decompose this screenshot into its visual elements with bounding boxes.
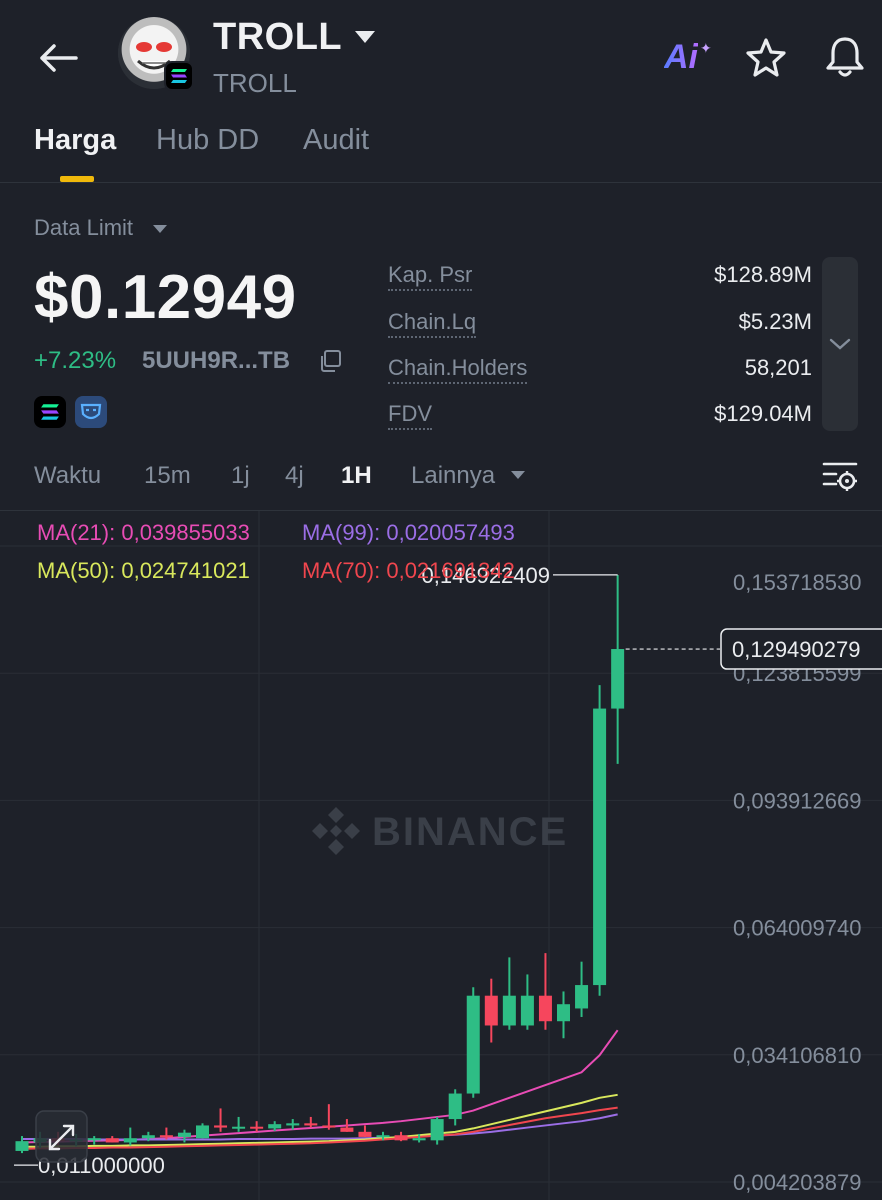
candle-body (105, 1138, 119, 1143)
candle-body (322, 1125, 336, 1128)
token-avatar (118, 17, 194, 91)
stat-value-liquidity: $5.23M (738, 309, 812, 334)
candle-body (502, 995, 516, 1026)
candle-body (484, 995, 498, 1026)
tab-hub-dd[interactable]: Hub DD (156, 124, 259, 157)
ma-legend-item: MA(99): 0,020057493 (302, 520, 515, 545)
interval-1h[interactable]: 1H (341, 462, 372, 490)
current-price: $0.12949 (34, 263, 297, 332)
candle-body (214, 1125, 228, 1128)
y-tick-label: 0,153718530 (733, 570, 861, 595)
candle-body (340, 1127, 354, 1132)
chart-annotations: 0,1469224090,0110000000,129490279 (14, 563, 882, 1178)
stat-value-fdv: $129.04M (714, 401, 812, 426)
data-source-selector[interactable]: Data Limit (34, 215, 133, 241)
stat-label-market-cap[interactable]: Kap. Psr (388, 262, 473, 291)
stat-label-holders[interactable]: Chain.Holders (388, 355, 528, 384)
candle-body (466, 995, 480, 1094)
solana-chain-chip[interactable] (34, 396, 66, 428)
solana-badge (164, 61, 194, 91)
token-name[interactable]: TROLL (213, 16, 342, 59)
chevron-down-icon (829, 338, 851, 350)
caret-down-icon[interactable] (152, 224, 168, 234)
candle-body (159, 1135, 173, 1138)
time-label: Waktu (34, 462, 102, 489)
sparkle-icon: ✦ (700, 40, 712, 56)
stat-value-market-cap: $128.89M (714, 262, 812, 287)
binance-logo-icon (312, 807, 360, 855)
moving-average-lines (21, 1029, 619, 1150)
solana-icon (41, 404, 59, 420)
ma-legend-item: MA(21): 0,039855033 (37, 520, 250, 545)
stat-label-fdv[interactable]: FDV (388, 401, 432, 430)
ma-legend-item: MA(50): 0,024741021 (37, 558, 250, 583)
candle-body (557, 1004, 570, 1022)
copy-icon[interactable] (318, 349, 342, 373)
candle-body (412, 1138, 426, 1141)
mask-icon (80, 403, 102, 420)
y-tick-label: 0,093912669 (733, 788, 861, 813)
candle-body (232, 1126, 246, 1129)
bell-icon[interactable] (822, 34, 868, 80)
candle-body (611, 649, 625, 709)
solana-icon (171, 69, 187, 83)
y-tick-label: 0,064009740 (733, 916, 861, 941)
interval-15m[interactable]: 15m (144, 462, 191, 490)
candle-body (196, 1125, 209, 1139)
candles (15, 575, 625, 1154)
candle-body (575, 985, 589, 1009)
stat-label-liquidity[interactable]: Chain.Lq (388, 309, 477, 338)
candle-body (177, 1132, 191, 1137)
candle-body (376, 1135, 390, 1138)
token-symbol: TROLL (213, 68, 297, 98)
chart-grid (0, 511, 882, 1200)
candle-body (520, 995, 534, 1026)
stats-expand-button[interactable] (822, 257, 858, 431)
candlestick-chart[interactable]: BINANCE 0,1537185300,1238155990,09391266… (0, 511, 882, 1200)
dex-platform-chip[interactable] (75, 396, 107, 428)
header-divider (0, 182, 882, 183)
last-price-label: 0,129490279 (732, 637, 860, 662)
chart-settings-icon[interactable] (822, 460, 858, 494)
candle-body (394, 1135, 408, 1141)
candle-body (304, 1123, 318, 1126)
price-change: +7.23% (34, 347, 117, 374)
candle-body (250, 1126, 264, 1129)
candle-body (448, 1093, 462, 1120)
back-button[interactable] (30, 30, 86, 86)
ma-legend-item: MA(70): 0,021691342 (302, 558, 515, 583)
candle-body (430, 1119, 444, 1141)
tab-audit[interactable]: Audit (303, 124, 369, 157)
contract-address[interactable]: 5UUH9R...TB (142, 347, 290, 375)
y-tick-label: 0,004203879 (733, 1170, 861, 1195)
candle-body (593, 708, 607, 986)
candle-body (286, 1123, 300, 1126)
ma-line (21, 1029, 619, 1144)
stat-value-holders: 58,201 (744, 355, 812, 380)
watermark-text: BINANCE (372, 810, 568, 854)
candle-body (358, 1131, 372, 1137)
star-icon[interactable] (744, 36, 788, 80)
candle-body (141, 1135, 155, 1139)
candle-body (538, 995, 552, 1022)
caret-down-icon[interactable] (354, 30, 376, 44)
binance-watermark: BINANCE (312, 807, 568, 855)
ma-legend: MA(21): 0,039855033 MA(99): 0,020057493 MA… (37, 520, 515, 583)
candle-body (15, 1141, 29, 1151)
candle-body (87, 1138, 101, 1141)
caret-down-icon[interactable] (510, 470, 526, 480)
fullscreen-button[interactable] (35, 1110, 88, 1163)
candle-body (123, 1138, 137, 1143)
tab-harga[interactable]: Harga (34, 124, 116, 157)
back-arrow-icon (40, 44, 78, 72)
interval-4j[interactable]: 4j (285, 462, 304, 490)
candle-body (268, 1124, 282, 1129)
interval-1j[interactable]: 1j (231, 462, 250, 490)
y-tick-label: 0,034106810 (733, 1043, 861, 1068)
interval-more[interactable]: Lainnya (411, 462, 495, 490)
ai-button[interactable]: Ai (664, 38, 698, 77)
